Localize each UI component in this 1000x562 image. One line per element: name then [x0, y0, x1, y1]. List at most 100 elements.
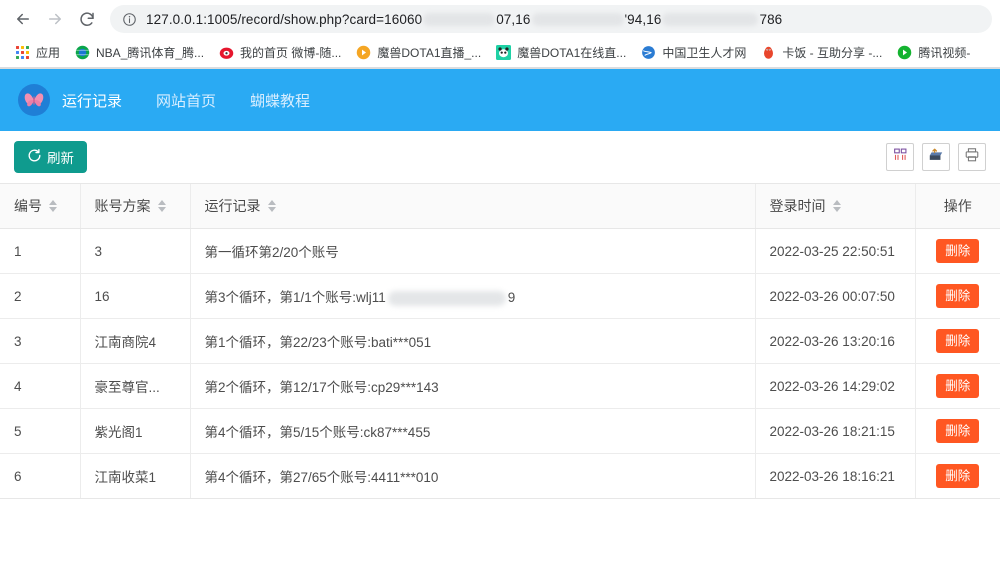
nav-item-home[interactable]: 网站首页 [156, 90, 216, 111]
cell-login-time: 2022-03-25 22:50:51 [755, 228, 916, 274]
record-text: 第3个循环，第1/1个账号:wlj11 [204, 290, 386, 305]
cell-id: 5 [0, 408, 81, 454]
print-icon [964, 147, 980, 168]
url-redaction-3 [662, 12, 759, 26]
delete-button[interactable]: 删除 [936, 328, 980, 354]
delete-button[interactable]: 删除 [936, 418, 980, 444]
table-toolbar: 刷新 [0, 131, 1000, 183]
cell-record: 第1个循环，第22/23个账号:bati***051 [190, 318, 756, 364]
url-redaction-2 [531, 12, 624, 26]
delete-button[interactable]: 删除 [936, 283, 980, 309]
url-segment-2: 07,16 [496, 11, 531, 27]
print-button[interactable] [958, 143, 986, 171]
table-head: 编号 账号方案 运行记录 登录时间 操作 [0, 184, 1000, 229]
record-text: 第4个循环，第27/65个账号:4411***010 [204, 470, 439, 485]
delete-button[interactable]: 删除 [936, 238, 980, 264]
column-header-label: 编号 [14, 198, 42, 214]
bookmark-kafan[interactable]: 卡饭 - 互助分享 -... [753, 41, 889, 65]
cell-id: 2 [0, 273, 81, 319]
bookmark-label: 腾讯视频- [918, 46, 971, 60]
cell-record: 第4个循环，第27/65个账号:4411***010 [190, 453, 756, 499]
columns-toggle-button[interactable] [886, 143, 914, 171]
bookmark-china-health-talent[interactable]: 中国卫生人才网 [633, 41, 753, 65]
site-info-icon[interactable] [122, 12, 137, 27]
delete-button[interactable]: 删除 [936, 463, 980, 489]
back-arrow-icon [14, 10, 32, 28]
toolbar-icon-group [886, 143, 986, 171]
record-text-tail: 9 [507, 290, 516, 305]
live-play-icon [355, 45, 371, 61]
back-button[interactable] [8, 4, 38, 34]
url-segment-3: '94,16 [624, 11, 662, 27]
browser-chrome: 127.0.0.1:1005/record/show.php?card=1606… [0, 0, 1000, 69]
record-text: 第一循环第2/20个账号 [204, 245, 339, 260]
bookmark-warcraft-dota-online[interactable]: 魔兽DOTA1在线直... [488, 41, 633, 65]
cell-operation: 删除 [915, 228, 1000, 274]
cell-operation: 删除 [915, 408, 1000, 454]
tencent-video-icon [896, 45, 912, 61]
bookmark-warcraft-dota-live[interactable]: 魔兽DOTA1直播_... [348, 41, 488, 65]
records-table-container: 编号 账号方案 运行记录 登录时间 操作 1 3 第一循环第2/20个账号 20… [0, 183, 1000, 499]
refresh-button[interactable]: 刷新 [14, 141, 87, 173]
apps-grid-icon [14, 45, 30, 61]
sort-caret-icon[interactable] [267, 200, 276, 212]
cell-operation: 删除 [915, 453, 1000, 499]
cell-login-time: 2022-03-26 14:29:02 [755, 363, 916, 409]
cell-plan: 16 [80, 273, 191, 319]
bookmark-label: 魔兽DOTA1在线直... [517, 46, 627, 60]
bookmark-nba-tencent-sports[interactable]: NBA_腾讯体育_腾... [67, 41, 211, 65]
delete-button[interactable]: 删除 [936, 373, 980, 399]
column-header-record[interactable]: 运行记录 [190, 184, 756, 229]
bookmark-label: 我的首页 微博-随... [240, 46, 342, 60]
url-segment-1: 127.0.0.1:1005/record/show.php?card=1606… [146, 11, 423, 27]
bookmark-weibo[interactable]: 我的首页 微博-随... [211, 41, 348, 65]
column-header-login-time[interactable]: 登录时间 [755, 184, 916, 229]
bookmark-label: NBA_腾讯体育_腾... [96, 46, 205, 60]
bookmarks-bar: 应用 NBA_腾讯体育_腾... 我的首页 微博-随... 魔兽DOTA1直播_… [0, 38, 1000, 68]
reload-button[interactable] [72, 4, 102, 34]
records-table: 编号 账号方案 运行记录 登录时间 操作 1 3 第一循环第2/20个账号 20… [0, 184, 1000, 499]
table-row: 5 紫光阁1 第4个循环，第5/15个账号:ck87***455 2022-03… [0, 408, 1000, 454]
url-segment-4: 786 [759, 11, 783, 27]
column-header-plan[interactable]: 账号方案 [80, 184, 191, 229]
panda-tv-icon [495, 45, 511, 61]
column-header-label: 登录时间 [769, 198, 826, 214]
forward-button[interactable] [40, 4, 70, 34]
export-icon [928, 147, 944, 168]
record-text: 第4个循环，第5/15个账号:ck87***455 [204, 425, 431, 440]
qq-penguin-icon [760, 45, 776, 61]
table-row: 4 豪至尊官... 第2个循环，第12/17个账号:cp29***143 202… [0, 363, 1000, 409]
column-header-label: 运行记录 [204, 198, 261, 214]
sort-caret-icon[interactable] [157, 200, 166, 212]
url-redaction-1 [423, 12, 496, 26]
refresh-icon [27, 148, 42, 166]
record-text: 第2个循环，第12/17个账号:cp29***143 [204, 380, 439, 395]
cell-plan: 江南商院4 [80, 318, 191, 364]
table-header-row: 编号 账号方案 运行记录 登录时间 操作 [0, 184, 1000, 229]
cell-operation: 删除 [915, 363, 1000, 409]
cell-record: 第一循环第2/20个账号 [190, 228, 756, 274]
table-row: 6 江南收菜1 第4个循环，第27/65个账号:4411***010 2022-… [0, 453, 1000, 499]
export-button[interactable] [922, 143, 950, 171]
cell-login-time: 2022-03-26 13:20:16 [755, 318, 916, 364]
bookmark-tencent-video[interactable]: 腾讯视频- [889, 41, 977, 65]
column-header-label: 操作 [943, 198, 972, 214]
sort-caret-icon[interactable] [832, 200, 841, 212]
nav-item-run-records[interactable]: 运行记录 [62, 90, 122, 111]
bookmark-label: 卡饭 - 互助分享 -... [782, 46, 883, 60]
cell-record: 第2个循环，第12/17个账号:cp29***143 [190, 363, 756, 409]
bookmark-apps[interactable]: 应用 [7, 41, 67, 65]
cell-id: 3 [0, 318, 81, 364]
nav-item-tutorial[interactable]: 蝴蝶教程 [250, 90, 310, 111]
butterfly-logo-icon [18, 84, 50, 116]
column-header-id[interactable]: 编号 [0, 184, 81, 229]
forward-arrow-icon [46, 10, 64, 28]
address-bar[interactable]: 127.0.0.1:1005/record/show.php?card=1606… [110, 5, 992, 33]
browser-nav-strip: 127.0.0.1:1005/record/show.php?card=1606… [0, 0, 1000, 38]
bookmark-label: 应用 [36, 46, 61, 60]
cell-record: 第3个循环，第1/1个账号:wlj11 9 [190, 273, 756, 319]
table-row: 1 3 第一循环第2/20个账号 2022-03-25 22:50:51 删除 [0, 228, 1000, 274]
cell-login-time: 2022-03-26 18:16:21 [755, 453, 916, 499]
table-body: 1 3 第一循环第2/20个账号 2022-03-25 22:50:51 删除 … [0, 228, 1000, 499]
sort-caret-icon[interactable] [49, 200, 57, 212]
